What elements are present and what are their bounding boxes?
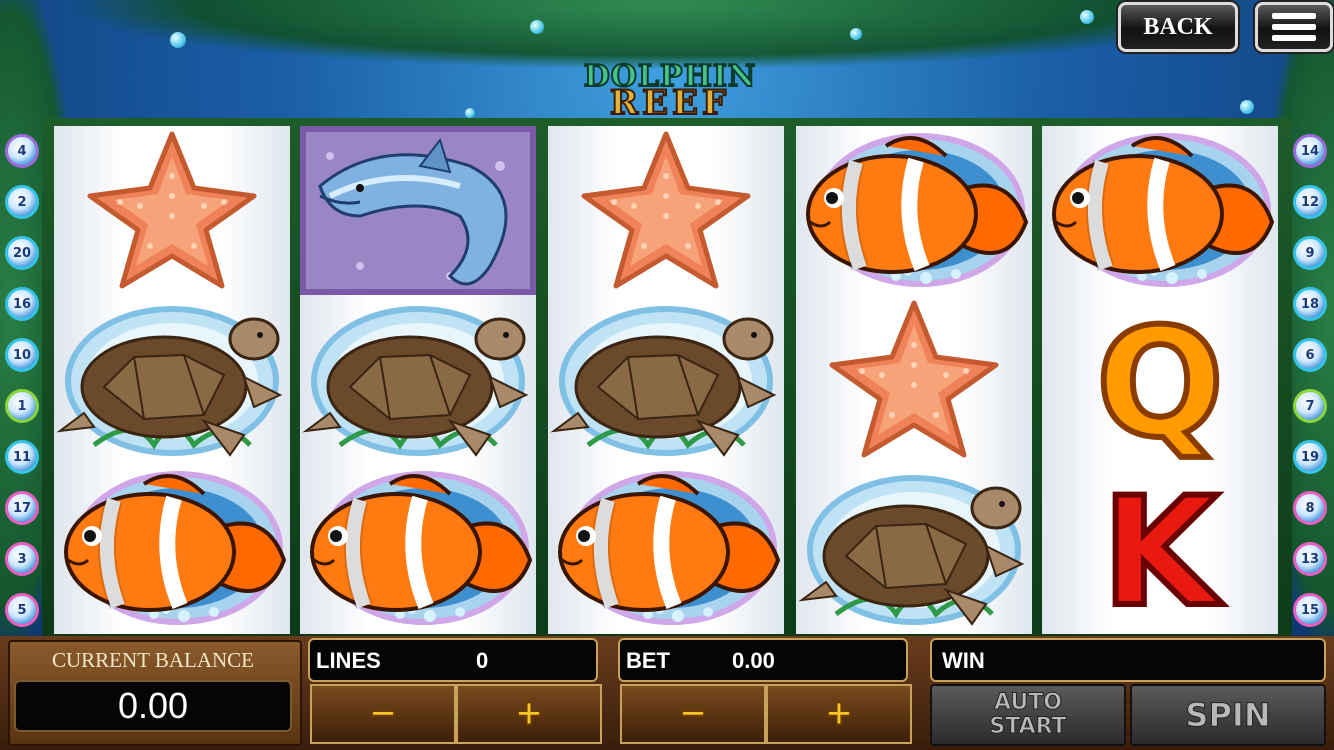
clownfish-icon <box>548 464 784 633</box>
minus-icon: − <box>679 689 707 738</box>
sea-turtle-icon <box>796 464 1032 633</box>
payline-badge: 17 <box>5 491 39 525</box>
bubble <box>170 32 186 48</box>
payline-badge: 10 <box>5 338 39 372</box>
payline-badge: 12 <box>1293 185 1327 219</box>
starfish-icon <box>54 126 290 295</box>
payline-badge: 9 <box>1293 236 1327 270</box>
bubble <box>1080 10 1094 24</box>
logo-line-2: REEF <box>609 83 731 123</box>
payline-badge: 11 <box>5 440 39 474</box>
reel-5: Q K <box>1042 126 1278 634</box>
bet-value: 0.00 <box>732 648 775 673</box>
bubble <box>530 20 544 34</box>
menu-icon <box>1272 24 1316 30</box>
payline-badge: 18 <box>1293 287 1327 321</box>
payline-badge: 3 <box>5 542 39 576</box>
reel-2 <box>300 126 536 634</box>
payline-badge: 6 <box>1293 338 1327 372</box>
payline-badge: 19 <box>1293 440 1327 474</box>
plus-icon: + <box>825 689 853 738</box>
payline-badge: 2 <box>5 185 39 219</box>
payline-badge: 14 <box>1293 134 1327 168</box>
clownfish-icon <box>1042 126 1278 295</box>
payline-badge: 15 <box>1293 593 1327 627</box>
auto-start-line-2: START <box>989 714 1067 739</box>
starfish-icon <box>548 126 784 295</box>
auto-start-line-1: AUTO <box>994 690 1063 715</box>
reel-3 <box>548 126 784 634</box>
lines-decrease-button[interactable]: − <box>310 684 456 744</box>
spin-label: SPIN <box>1185 696 1271 735</box>
payline-badge: 20 <box>5 236 39 270</box>
plus-icon: + <box>515 689 543 738</box>
balance-field: 0.00 <box>14 680 292 732</box>
svg-text:Q: Q <box>1096 297 1224 464</box>
menu-button[interactable] <box>1255 2 1333 52</box>
q-icon: Q <box>1042 295 1278 464</box>
spin-button[interactable]: SPIN <box>1130 684 1326 746</box>
clownfish-icon <box>54 464 290 633</box>
lines-label: LINES <box>316 648 381 673</box>
k-icon: K <box>1042 464 1278 633</box>
lines-value: 0 <box>476 648 489 673</box>
bubble <box>1240 100 1254 114</box>
reel-1 <box>54 126 290 634</box>
bet-decrease-button[interactable]: − <box>620 684 766 744</box>
payline-badge: 5 <box>5 593 39 627</box>
minus-icon: − <box>369 689 397 738</box>
bet-increase-button[interactable]: + <box>766 684 912 744</box>
sea-turtle-icon <box>54 295 290 464</box>
bubble <box>465 108 475 118</box>
balance-label: CURRENT BALANCE <box>51 648 255 672</box>
menu-icon <box>1272 13 1316 19</box>
starfish-icon <box>796 295 1032 464</box>
menu-icon <box>1272 35 1316 41</box>
reel-4 <box>796 126 1032 634</box>
bubble <box>850 28 862 40</box>
sea-turtle-icon <box>548 295 784 464</box>
balance-value: 0.00 <box>117 685 189 726</box>
dolphin-icon <box>300 126 536 295</box>
payline-badge: 8 <box>1293 491 1327 525</box>
payline-badge: 7 <box>1293 389 1327 423</box>
win-field <box>930 638 1326 682</box>
svg-text:K: K <box>1102 466 1223 633</box>
lines-increase-button[interactable]: + <box>456 684 602 744</box>
payline-badge: 4 <box>5 134 39 168</box>
auto-start-button[interactable]: AUTO START <box>930 684 1126 746</box>
sea-turtle-icon <box>300 295 536 464</box>
payline-badge: 13 <box>1293 542 1327 576</box>
win-label: WIN <box>942 648 985 673</box>
game-logo: DOLPHIN REEF <box>520 61 820 123</box>
clownfish-icon <box>796 126 1032 295</box>
payline-badge: 1 <box>5 389 39 423</box>
clownfish-icon <box>300 464 536 633</box>
back-button[interactable]: BACK <box>1118 2 1238 52</box>
bet-label: BET <box>626 648 670 673</box>
payline-badge: 16 <box>5 287 39 321</box>
